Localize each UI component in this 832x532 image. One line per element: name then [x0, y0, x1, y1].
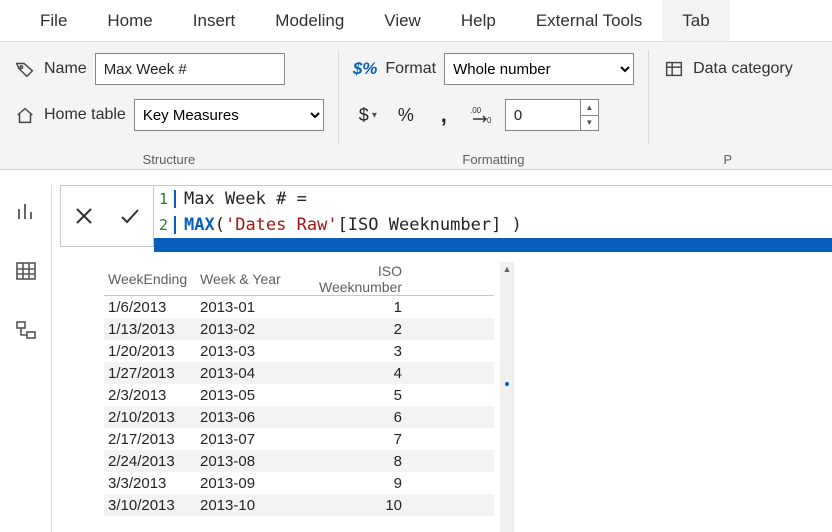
- menu-modeling[interactable]: Modeling: [255, 0, 364, 41]
- home-icon: [14, 104, 36, 126]
- preview-table: WeekEnding Week & Year ISO Weeknumber 1/…: [104, 262, 514, 532]
- cell-weekyear: 2013-09: [200, 475, 292, 492]
- structure-group-label: Structure: [14, 152, 324, 169]
- home-table-select[interactable]: Key Measures: [134, 99, 324, 131]
- report-view-button[interactable]: [10, 195, 42, 227]
- cell-iso: 3: [292, 343, 410, 360]
- format-icon: $%: [353, 59, 378, 79]
- tag-icon: [14, 58, 36, 80]
- cancel-formula-button[interactable]: [61, 186, 107, 246]
- menu-view[interactable]: View: [364, 0, 441, 41]
- formula-line-1: Max Week # =: [176, 189, 307, 209]
- decimal-down[interactable]: ▼: [581, 116, 598, 131]
- menu-file[interactable]: File: [20, 0, 87, 41]
- name-label: Name: [44, 60, 87, 78]
- cell-iso: 5: [292, 387, 410, 404]
- svg-text:.00: .00: [470, 106, 482, 115]
- cell-weekending: 3/10/2013: [108, 497, 200, 514]
- home-table-label: Home table: [44, 106, 126, 124]
- cell-iso: 7: [292, 431, 410, 448]
- cell-weekyear: 2013-04: [200, 365, 292, 382]
- line-number: 1: [154, 190, 176, 208]
- scroll-indicator: [505, 382, 509, 386]
- view-rail: [0, 185, 52, 532]
- table-row[interactable]: 1/20/20132013-033: [104, 340, 494, 362]
- cell-weekyear: 2013-03: [200, 343, 292, 360]
- cell-weekyear: 2013-08: [200, 453, 292, 470]
- cell-weekending: 2/3/2013: [108, 387, 200, 404]
- cell-weekending: 2/17/2013: [108, 431, 200, 448]
- table-row[interactable]: 3/3/20132013-099: [104, 472, 494, 494]
- ribbon-group-structure: Name Max Week # Home table Key Measures …: [0, 42, 338, 169]
- cell-weekending: 1/27/2013: [108, 365, 200, 382]
- svg-text:0: 0: [487, 116, 492, 125]
- table-scrollbar[interactable]: ▲: [500, 262, 514, 532]
- category-icon: [663, 58, 685, 80]
- decimal-places-button[interactable]: .00 0: [467, 99, 497, 131]
- cell-weekending: 1/6/2013: [108, 299, 200, 316]
- currency-button[interactable]: $▾: [353, 99, 383, 131]
- scroll-up[interactable]: ▲: [500, 262, 514, 276]
- line-number: 2: [154, 216, 176, 234]
- cell-iso: 9: [292, 475, 410, 492]
- menu-help[interactable]: Help: [441, 0, 516, 41]
- decimal-places-input[interactable]: 0 ▲ ▼: [505, 99, 599, 131]
- format-label: Format: [385, 60, 436, 78]
- decimal-up[interactable]: ▲: [581, 100, 598, 116]
- data-category-label: Data category: [693, 60, 793, 78]
- cell-weekending: 1/13/2013: [108, 321, 200, 338]
- cell-weekyear: 2013-01: [200, 299, 292, 316]
- cell-weekyear: 2013-02: [200, 321, 292, 338]
- format-select[interactable]: Whole number: [444, 53, 634, 85]
- col-weekending[interactable]: WeekEnding: [108, 271, 200, 287]
- cell-weekending: 2/24/2013: [108, 453, 200, 470]
- cell-iso: 2: [292, 321, 410, 338]
- menu-insert[interactable]: Insert: [173, 0, 256, 41]
- cell-iso: 1: [292, 299, 410, 316]
- menu-tab-partial[interactable]: Tab: [662, 0, 729, 41]
- col-weekyear[interactable]: Week & Year: [200, 271, 292, 287]
- table-row[interactable]: 1/6/20132013-011: [104, 296, 494, 318]
- table-row[interactable]: 2/10/20132013-066: [104, 406, 494, 428]
- properties-group-label: P: [663, 152, 793, 169]
- ribbon: Name Max Week # Home table Key Measures …: [0, 42, 832, 170]
- ribbon-group-formatting: $% Format Whole number $▾ % , .00 0 0 ▲ ▼: [339, 42, 648, 169]
- thousands-button[interactable]: ,: [429, 99, 459, 131]
- percent-button[interactable]: %: [391, 99, 421, 131]
- formula-line-2: MAX('Dates Raw'[ISO Weeknumber] ): [176, 215, 522, 235]
- decimal-places-value: 0: [506, 107, 580, 124]
- cell-weekyear: 2013-06: [200, 409, 292, 426]
- table-row[interactable]: 2/3/20132013-055: [104, 384, 494, 406]
- cell-weekending: 2/10/2013: [108, 409, 200, 426]
- cell-weekyear: 2013-10: [200, 497, 292, 514]
- cell-weekending: 3/3/2013: [108, 475, 200, 492]
- menu-home[interactable]: Home: [87, 0, 172, 41]
- model-view-button[interactable]: [10, 315, 42, 347]
- cell-weekending: 1/20/2013: [108, 343, 200, 360]
- ribbon-group-properties: Data category P: [649, 42, 807, 169]
- editor-border: [154, 238, 832, 252]
- cell-iso: 10: [292, 497, 410, 514]
- formatting-group-label: Formatting: [353, 152, 634, 169]
- table-header: WeekEnding Week & Year ISO Weeknumber: [104, 262, 494, 296]
- menu-external-tools[interactable]: External Tools: [516, 0, 662, 41]
- col-iso-weeknumber[interactable]: ISO Weeknumber: [292, 263, 410, 295]
- cell-iso: 8: [292, 453, 410, 470]
- dax-editor[interactable]: 1 Max Week # = 2 MAX('Dates Raw'[ISO Wee…: [154, 185, 832, 252]
- formula-bar: 1 Max Week # = 2 MAX('Dates Raw'[ISO Wee…: [60, 185, 832, 252]
- menu-bar: File Home Insert Modeling View Help Exte…: [0, 0, 832, 42]
- measure-name-input[interactable]: Max Week #: [95, 53, 285, 85]
- cell-weekyear: 2013-05: [200, 387, 292, 404]
- cell-weekyear: 2013-07: [200, 431, 292, 448]
- commit-formula-button[interactable]: [107, 186, 153, 246]
- data-view-button[interactable]: [10, 255, 42, 287]
- table-row[interactable]: 1/13/20132013-022: [104, 318, 494, 340]
- cell-iso: 4: [292, 365, 410, 382]
- table-row[interactable]: 1/27/20132013-044: [104, 362, 494, 384]
- table-row[interactable]: 2/17/20132013-077: [104, 428, 494, 450]
- table-row[interactable]: 3/10/20132013-1010: [104, 494, 494, 516]
- cell-iso: 6: [292, 409, 410, 426]
- table-row[interactable]: 2/24/20132013-088: [104, 450, 494, 472]
